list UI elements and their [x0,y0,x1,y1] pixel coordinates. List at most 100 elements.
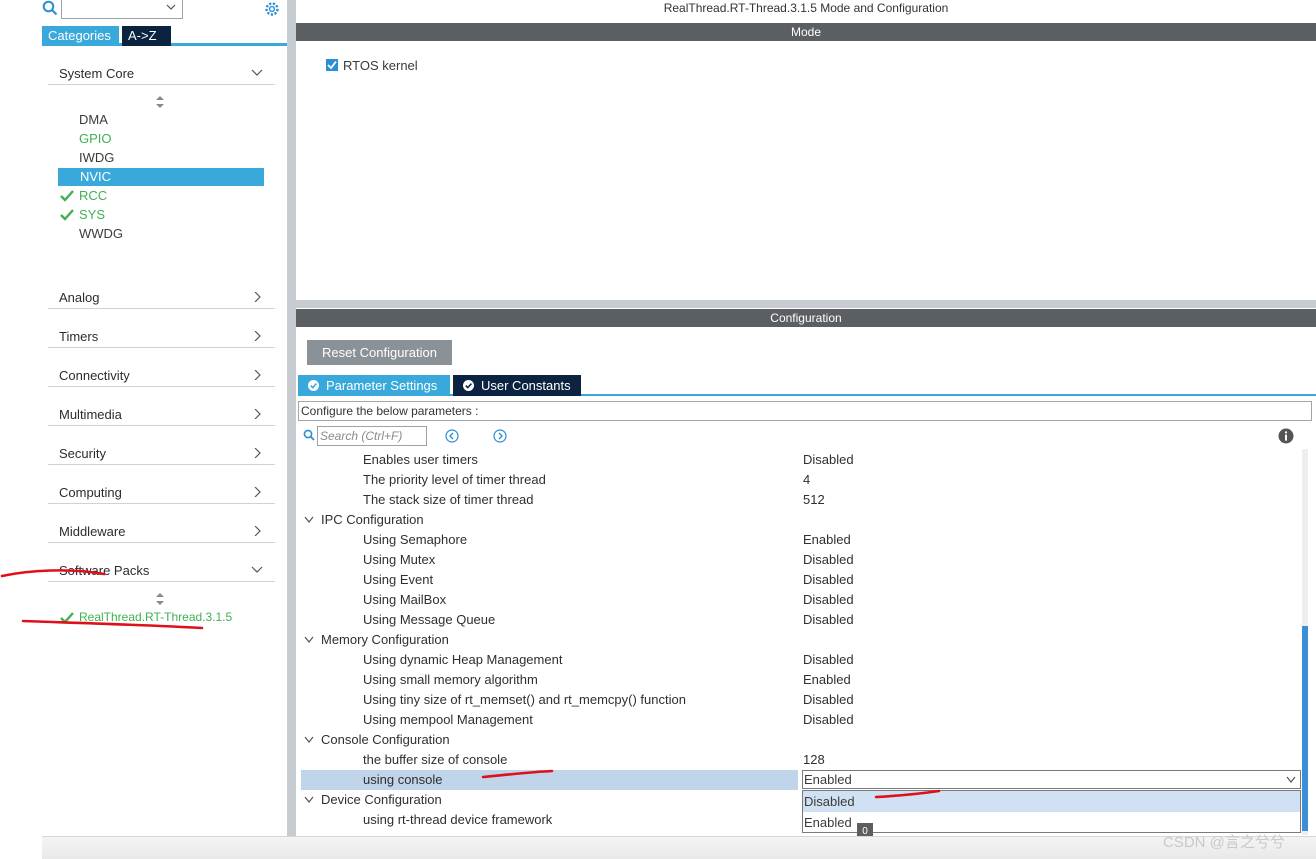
scrollbar-thumb[interactable] [1302,626,1308,831]
table-row[interactable]: using rt-thread device framework [301,810,801,830]
param-name: The stack size of timer thread [363,492,534,507]
table-row[interactable]: Using Semaphore Enabled [301,530,1297,550]
table-row[interactable]: Using tiny size of rt_memset() and rt_me… [301,690,1297,710]
check-circle-icon [308,380,319,391]
sidebar-item-rt-thread-pack[interactable]: RealThread.RT-Thread.3.1.5 [79,608,232,626]
group-analog[interactable]: Analog [48,283,275,309]
configure-hint: Configure the below parameters : [298,401,1312,421]
dropdown-options-list: Disabled Enabled [802,790,1301,833]
param-name: Using Event [363,572,434,587]
section-row-console[interactable]: Console Configuration [301,730,1297,750]
table-row[interactable]: Using Message Queue Disabled [301,610,1297,630]
table-row-selected[interactable]: using console [301,770,798,790]
mode-config-splitter[interactable] [296,300,1316,308]
table-row[interactable]: Using mempool Management Disabled [301,710,1297,730]
group-computing[interactable]: Computing [48,478,275,504]
rtos-kernel-label: RTOS kernel [343,58,418,73]
param-name: Using tiny size of rt_memset() and rt_me… [363,692,686,707]
scroll-up-down-icon[interactable] [155,96,165,108]
param-name: the buffer size of console [363,752,508,767]
table-row[interactable]: Using Mutex Disabled [301,550,1297,570]
param-name: Using mempool Management [363,712,533,727]
param-value: Disabled [803,572,854,587]
sidebar-item-dma[interactable]: DMA [79,111,108,129]
param-name: Using small memory algorithm [363,672,538,687]
chevron-down-icon[interactable] [304,796,314,804]
section-name: Device Configuration [321,792,442,807]
param-value: 128 [803,752,825,767]
group-label: Middleware [59,524,126,539]
chevron-down-icon[interactable] [304,516,314,524]
param-name: Using Semaphore [363,532,468,547]
chevron-down-icon[interactable] [304,736,314,744]
group-label: Connectivity [59,368,130,383]
param-value: 4 [803,472,811,487]
group-label: Timers [59,329,99,344]
search-icon[interactable] [42,0,58,16]
previous-match-icon[interactable] [445,429,459,443]
section-name: Console Configuration [321,732,450,747]
sidebar-item-wwdg[interactable]: WWDG [79,225,123,243]
sidebar-item-iwdg[interactable]: IWDG [79,149,114,167]
table-row[interactable]: The priority level of timer thread 4 [301,470,1297,490]
sidebar-item-rcc[interactable]: RCC [79,187,107,205]
param-value: Disabled [803,452,854,467]
panel-splitter[interactable] [287,0,296,836]
group-middleware[interactable]: Middleware [48,517,275,543]
section-name: Memory Configuration [321,632,449,647]
chevron-right-icon [254,292,261,302]
gear-icon[interactable] [263,0,281,18]
table-row[interactable]: Using dynamic Heap Management Disabled [301,650,1297,670]
parameter-search-input[interactable]: Search (Ctrl+F) [317,426,427,446]
section-row-memory[interactable]: Memory Configuration [301,630,1297,650]
table-row[interactable]: Using MailBox Disabled [301,590,1297,610]
panel-title: RealThread.RT-Thread.3.1.5 Mode and Conf… [663,1,949,15]
select-value: Enabled [804,772,852,787]
dropdown-option-enabled[interactable]: Enabled [803,812,1300,833]
section-name: IPC Configuration [321,512,424,527]
chevron-down-icon[interactable] [304,636,314,644]
table-row[interactable]: Enables user timers Disabled [301,450,1297,470]
group-timers[interactable]: Timers [48,322,275,348]
info-icon[interactable] [1278,428,1294,444]
sidebar-item-sys[interactable]: SYS [79,206,105,224]
table-row[interactable]: the buffer size of console 128 [301,750,1297,770]
param-name: Using dynamic Heap Management [363,652,563,667]
rtos-kernel-checkbox[interactable] [326,59,338,71]
dropdown-option-disabled[interactable]: Disabled [803,791,1300,812]
next-match-icon[interactable] [493,429,507,443]
chevron-down-icon [1286,776,1296,783]
group-security[interactable]: Security [48,439,275,465]
table-row[interactable]: The stack size of timer thread 512 [301,490,1297,510]
section-row-device[interactable]: Device Configuration [301,790,801,810]
tab-a-to-z[interactable]: A->Z [122,26,171,46]
using-console-select[interactable]: Enabled [802,770,1301,789]
chevron-right-icon [254,409,261,419]
table-row[interactable]: Using Event Disabled [301,570,1297,590]
reset-configuration-button[interactable]: Reset Configuration [307,340,452,365]
mode-configuration-panel: RealThread.RT-Thread.3.1.5 Mode and Conf… [296,0,1316,859]
chevron-down-icon [166,4,176,10]
check-icon [327,60,337,70]
sidebar-item-gpio[interactable]: GPIO [79,130,112,148]
tab-categories[interactable]: Categories [42,26,119,46]
group-multimedia[interactable]: Multimedia [48,400,275,426]
check-icon [60,190,74,202]
tab-parameter-settings[interactable]: Parameter Settings [298,375,450,396]
param-value: 512 [803,492,825,507]
scroll-up-down-icon[interactable] [155,593,165,605]
group-label: Analog [59,290,100,305]
group-connectivity[interactable]: Connectivity [48,361,275,387]
sidebar-item-nvic[interactable]: NVIC [58,168,264,186]
section-row-ipc[interactable]: IPC Configuration [301,510,1297,530]
group-software-packs[interactable]: Software Packs [48,556,275,582]
param-value: Disabled [803,652,854,667]
chevron-down-icon [251,69,263,76]
param-name: The priority level of timer thread [363,472,546,487]
tab-user-constants[interactable]: User Constants [453,375,581,396]
param-name: Using Message Queue [363,612,496,627]
category-search-combo[interactable] [61,0,183,19]
table-row[interactable]: Using small memory algorithm Enabled [301,670,1297,690]
group-label: Computing [59,485,122,500]
group-system-core[interactable]: System Core [48,59,275,85]
